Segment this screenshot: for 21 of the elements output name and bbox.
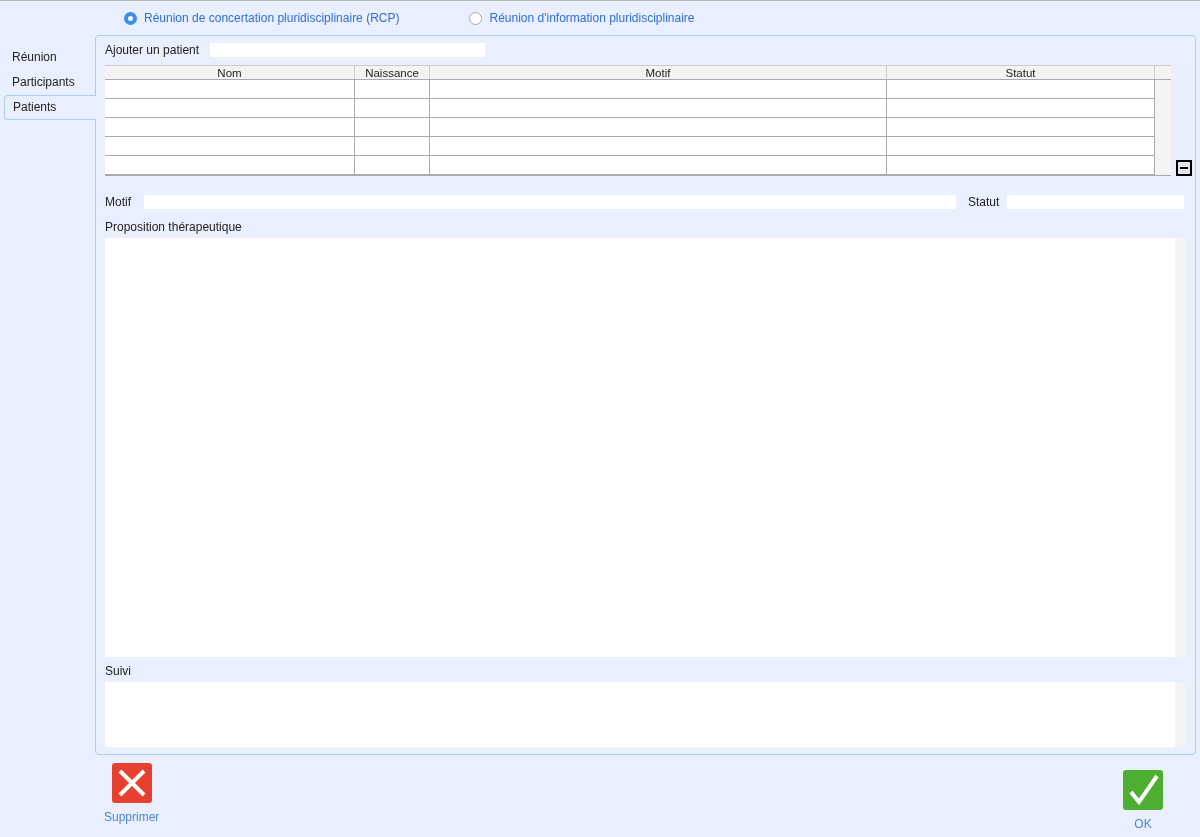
meeting-type-radio[interactable]: Réunion d'information pluridisciplinaire [469, 9, 695, 27]
side-tab[interactable]: Participants [4, 70, 95, 95]
radio-icon [469, 11, 483, 25]
minus-icon [1180, 167, 1188, 169]
cross-icon [111, 763, 152, 803]
meeting-type-radio[interactable]: Réunion de concertation pluridisciplinaire (RCP) [124, 9, 400, 27]
suivi-label: Suivi [105, 663, 132, 679]
remove-button[interactable] [1176, 160, 1192, 176]
proposition-label: Proposition thérapeutique [105, 219, 243, 235]
radio-selected-icon [124, 11, 137, 25]
motif-label: Motif [105, 194, 132, 211]
column-header[interactable]: Motif [430, 66, 887, 79]
statut-label: Statut [968, 194, 1001, 211]
column-header[interactable]: Statut [887, 66, 1155, 79]
column-header[interactable]: Nom [105, 66, 355, 79]
patients-table[interactable]: Nom Naissance Motif Statut [105, 65, 1171, 176]
add-patient-label: Ajouter un patient [105, 42, 200, 59]
column-header[interactable]: Naissance [355, 66, 430, 79]
side-tab[interactable]: Patients [4, 95, 96, 120]
checkmark-icon [1123, 770, 1163, 810]
side-tab[interactable]: Réunion [4, 45, 95, 70]
